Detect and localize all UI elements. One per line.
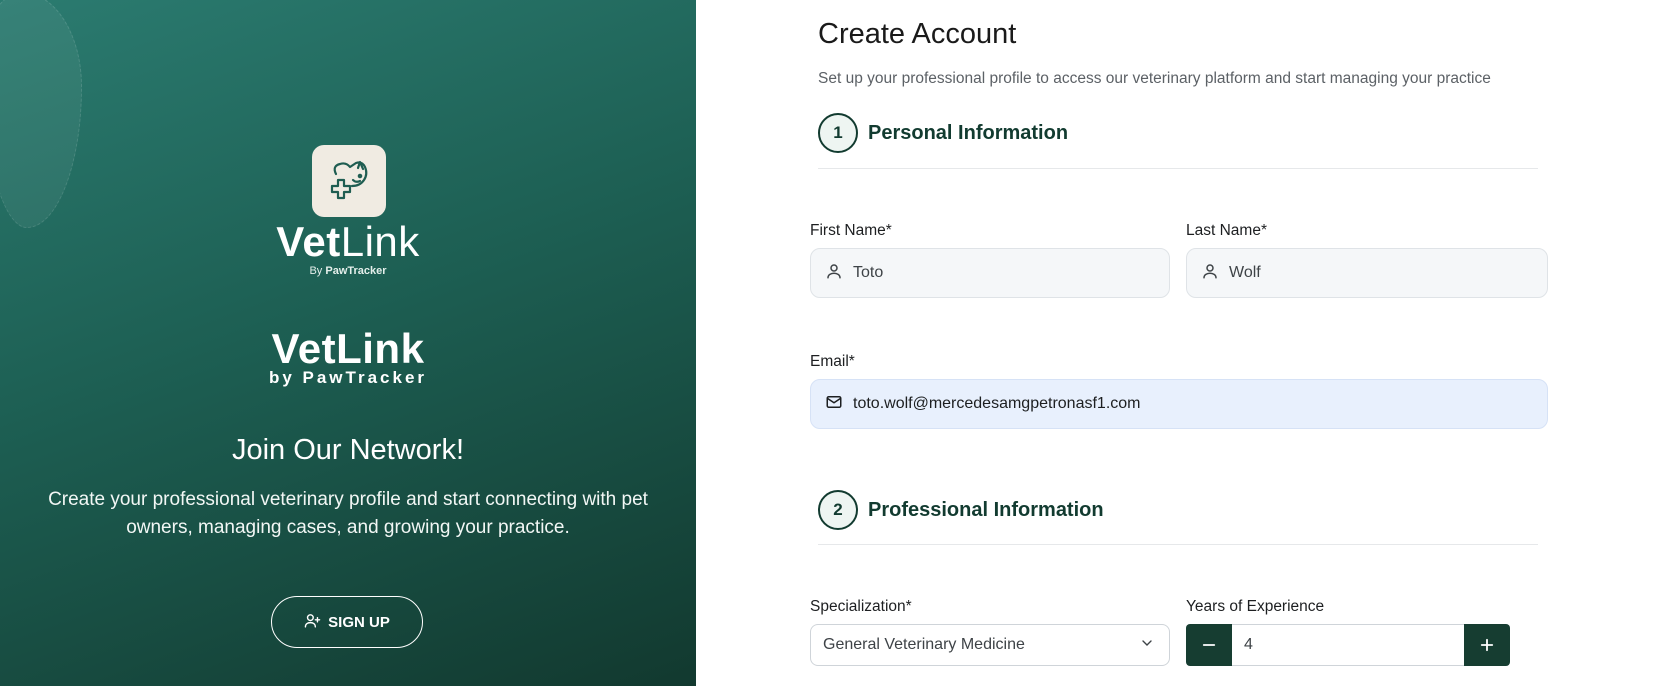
signup-button[interactable]: SIGN UP [271,596,423,648]
section-professional: 2 Professional Information [818,490,1104,530]
brand-name-light: Link [340,218,420,265]
join-description: Create your professional veterinary prof… [48,489,648,538]
divider [818,168,1538,169]
specialization-select[interactable]: General Veterinary Medicine [810,624,1170,666]
experience-stepper[interactable]: 4 [1186,624,1510,666]
signup-label: SIGN UP [328,613,390,631]
page-title: Create Account [818,18,1017,50]
email-input[interactable] [853,395,1547,413]
first-name-field[interactable] [810,248,1170,298]
section-number: 2 [818,490,858,530]
brand-wordmark-sub: by PawTracker [268,368,428,387]
experience-input[interactable]: 4 [1232,624,1464,666]
user-icon [825,262,843,285]
vetlink-logo-icon [312,145,386,217]
first-name-label: First Name* [810,222,892,239]
section-personal: 1 Personal Information [818,113,1068,153]
first-name-input[interactable] [853,264,1169,282]
specialization-label: Specialization* [810,598,912,615]
brand-panel: VetLink By PawTracker VetLink by PawTrac… [0,0,696,686]
minus-icon [1202,644,1216,646]
brand-name-bold: Vet [276,218,341,265]
specialization-value: General Veterinary Medicine [823,636,1025,653]
increment-button[interactable] [1464,624,1510,666]
last-name-field[interactable] [1186,248,1548,298]
section-title: Personal Information [868,121,1069,144]
experience-label: Years of Experience [1186,598,1325,615]
brand-name: VetLink [0,218,696,266]
section-title: Professional Information [868,498,1104,521]
brand-tagline-prefix: By [309,265,326,277]
section-number: 1 [818,113,858,153]
brand-tagline: By PawTracker [0,265,696,277]
last-name-label: Last Name* [1186,222,1267,239]
user-icon [1201,262,1219,285]
mail-icon [825,393,843,416]
page-subtitle: Set up your professional profile to acce… [818,70,1491,87]
decorative-blob [0,0,82,228]
email-label: Email* [810,353,855,370]
divider [818,544,1538,545]
decrement-button[interactable] [1186,624,1232,666]
brand-wordmark: VetLink [271,325,425,372]
chevron-down-icon [1139,635,1155,656]
user-plus-icon [304,612,321,633]
plus-icon [1480,638,1494,652]
brand-tagline-bold: PawTracker [325,265,387,277]
join-heading: Join Our Network! [231,434,465,466]
last-name-input[interactable] [1229,264,1547,282]
email-field[interactable] [810,379,1548,429]
